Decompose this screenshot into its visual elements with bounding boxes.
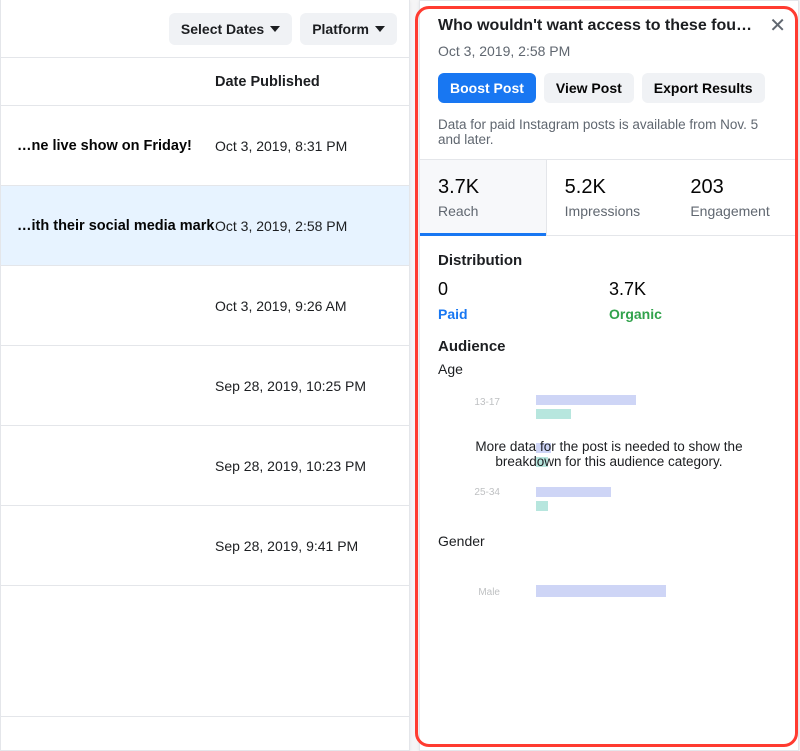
svg-text:Male: Male [478,587,500,598]
tab-engagement[interactable]: 203 Engagement [672,160,798,235]
post-details-panel: ✕ Who wouldn't want access to these four… [419,0,799,751]
post-title: …ne live show on Friday! [17,138,215,154]
metric-label: Impressions [565,203,655,219]
table-row[interactable]: …ith their social media mark... Oct 3, 2… [1,186,409,266]
view-post-button[interactable]: View Post [544,73,634,103]
post-rows: …ne live show on Friday! Oct 3, 2019, 8:… [1,106,409,716]
caret-down-icon [270,26,280,32]
table-row[interactable]: Oct 3, 2019, 9:26 AM [1,266,409,346]
age-label: Age [438,361,780,377]
paid-value: 0 [438,279,609,300]
panel-actions: Boost Post View Post Export Results [438,73,780,103]
table-row[interactable]: Sep 28, 2019, 10:25 PM [1,346,409,426]
metric-value: 5.2K [565,176,655,199]
post-date: Sep 28, 2019, 9:41 PM [215,538,358,554]
select-dates-label: Select Dates [181,21,264,37]
panel-timestamp: Oct 3, 2019, 2:58 PM [438,43,780,59]
audience-heading: Audience [438,338,780,355]
metric-value: 203 [690,176,780,199]
posts-list: Select Dates Platform Date Published …ne… [0,0,410,751]
post-date: Oct 3, 2019, 2:58 PM [215,218,347,234]
bar-chart-icon: Male [458,559,768,609]
close-button[interactable]: ✕ [769,13,786,38]
tab-impressions[interactable]: 5.2K Impressions [547,160,673,235]
organic-value: 3.7K [609,279,780,300]
organic-label: Organic [609,306,780,322]
post-date: Oct 3, 2019, 8:31 PM [215,138,347,154]
column-headers: Date Published [1,58,409,106]
boost-post-button[interactable]: Boost Post [438,73,536,103]
filters-bar: Select Dates Platform [1,0,409,58]
platform-label: Platform [312,21,369,37]
svg-text:25-34: 25-34 [474,487,500,498]
tab-indicator [420,233,546,236]
metric-label: Reach [438,203,528,219]
paid-data-note: Data for paid Instagram posts is availab… [438,117,780,147]
paid-label: Paid [438,306,609,322]
table-row[interactable]: …ne live show on Friday! Oct 3, 2019, 8:… [1,106,409,186]
gender-label: Gender [438,533,780,549]
metrics-tabs: 3.7K Reach 5.2K Impressions 203 Engageme… [420,159,798,236]
panel-title: Who wouldn't want access to these four (… [438,17,780,35]
svg-text:13-17: 13-17 [474,397,500,408]
caret-down-icon [375,26,385,32]
age-chart: 13-17 25-34 More data for the post is ne… [438,387,780,527]
platform-dropdown[interactable]: Platform [300,13,397,45]
gender-chart: Male [438,559,780,619]
age-chart-message: More data for the post is needed to show… [438,439,780,469]
metric-value: 3.7K [438,176,528,199]
column-date-published: Date Published [215,74,320,90]
distribution-row: 0 Paid 3.7K Organic [438,279,780,322]
tab-reach[interactable]: 3.7K Reach [420,160,547,235]
metric-label: Engagement [690,203,780,219]
post-date: Sep 28, 2019, 10:23 PM [215,458,366,474]
export-results-button[interactable]: Export Results [642,73,765,103]
post-date: Sep 28, 2019, 10:25 PM [215,378,366,394]
post-date: Oct 3, 2019, 9:26 AM [215,298,347,314]
table-row[interactable]: Sep 28, 2019, 10:23 PM [1,426,409,506]
distribution-heading: Distribution [438,252,780,269]
close-icon: ✕ [769,15,786,37]
select-dates-dropdown[interactable]: Select Dates [169,13,292,45]
list-footer [1,716,409,750]
post-title: …ith their social media mark... [17,218,215,234]
table-row[interactable]: Sep 28, 2019, 9:41 PM [1,506,409,586]
